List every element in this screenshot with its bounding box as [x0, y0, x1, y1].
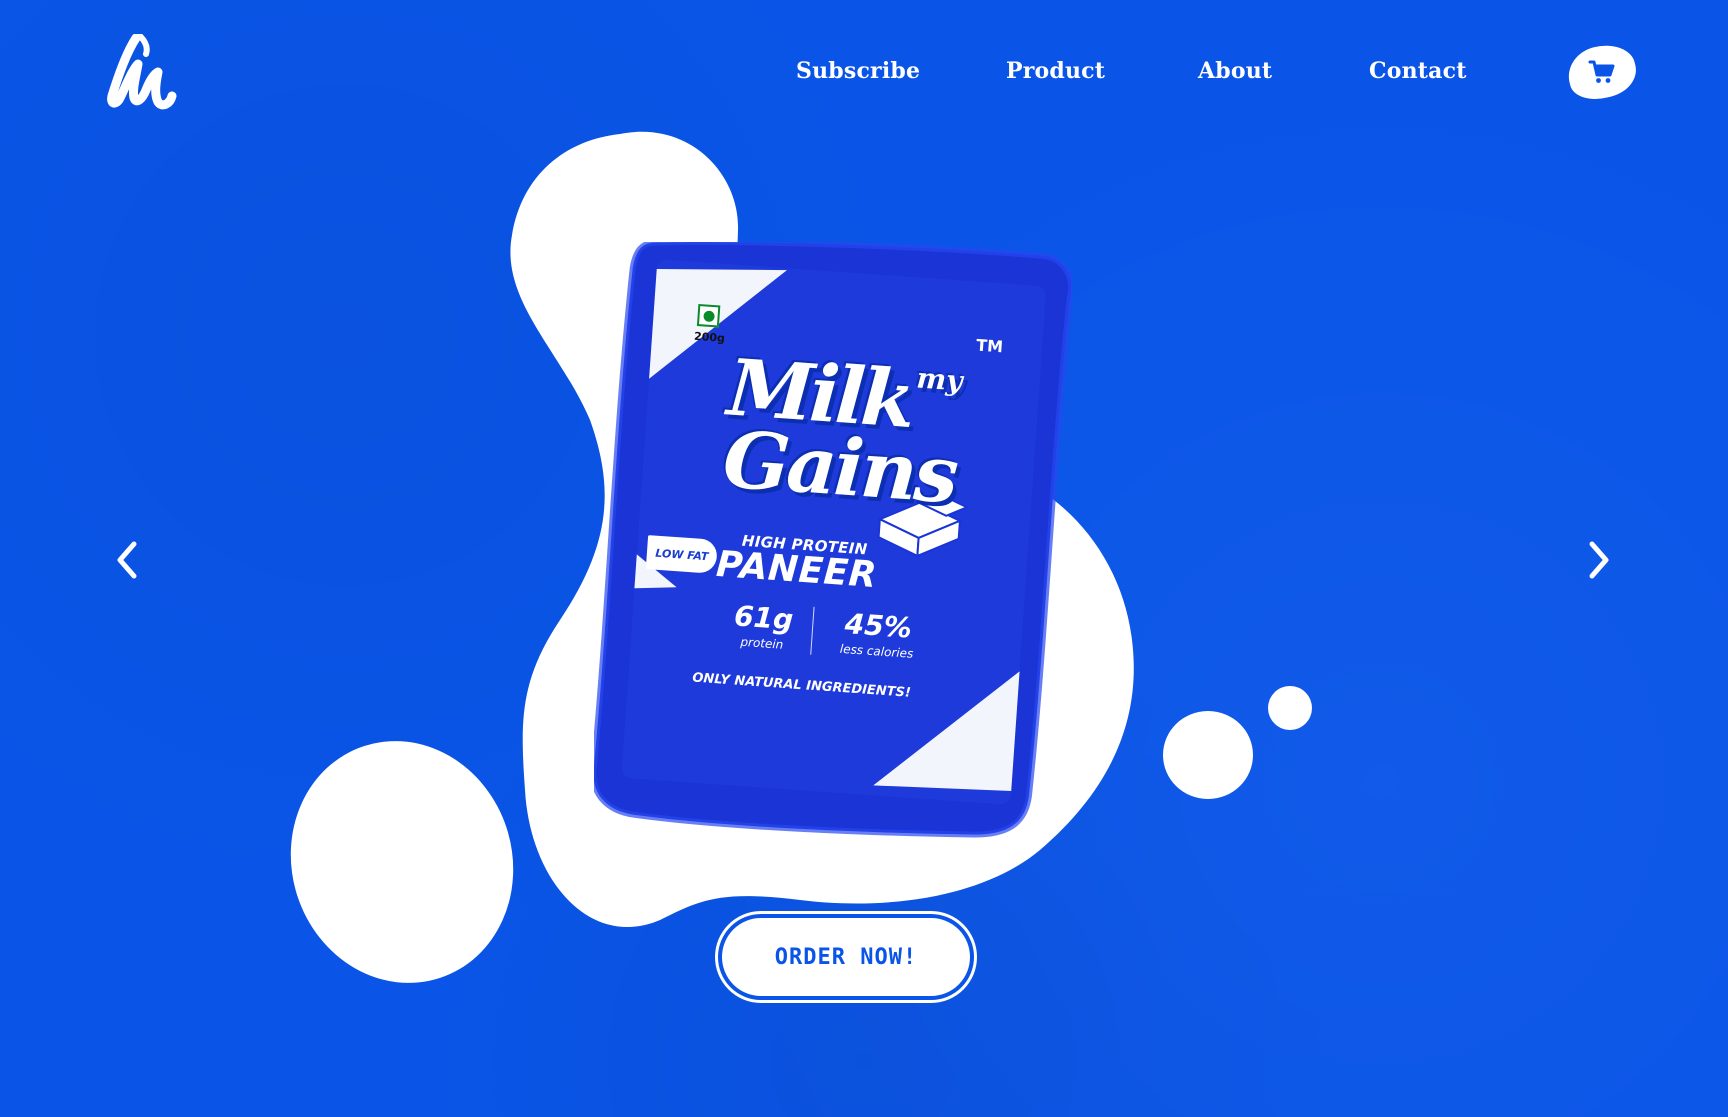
package-brand-logo: Milkmy Gains — [687, 342, 996, 522]
trademark-mark: TM — [975, 335, 1004, 357]
protein-stat: 61g protein — [717, 598, 810, 653]
carousel-next-button[interactable] — [1582, 540, 1616, 580]
protein-value: 61g — [733, 599, 795, 637]
calories-stat: 45% less calories — [816, 605, 939, 662]
package-label: 200g TM Milkmy Gains HIGH PROTEIN LOW FA… — [574, 226, 1093, 862]
milk-bubble-medium — [1163, 711, 1253, 799]
order-now-label: ORDER NOW! — [774, 944, 918, 970]
veg-mark-icon — [696, 304, 721, 328]
nav-about[interactable]: About — [1198, 58, 1272, 84]
brand-line-1-small: my — [915, 361, 964, 398]
package-weight: 200g — [693, 329, 726, 345]
order-now-button[interactable]: ORDER NOW! — [718, 914, 974, 1000]
nav-subscribe[interactable]: Subscribe — [796, 58, 920, 84]
calories-value: 45% — [843, 607, 913, 645]
chevron-left-icon — [117, 541, 137, 579]
low-fat-badge: LOW FAT — [645, 535, 719, 574]
brand-line-2: Gains — [720, 414, 959, 522]
stat-divider — [810, 606, 815, 655]
product-package: 200g TM Milkmy Gains HIGH PROTEIN LOW FA… — [594, 242, 1072, 846]
cart-icon — [1588, 60, 1615, 83]
carousel-prev-button[interactable] — [112, 540, 146, 580]
nav-contact[interactable]: Contact — [1369, 58, 1467, 84]
milk-my-gains-monogram-icon — [107, 33, 177, 110]
nav-product[interactable]: Product — [1006, 58, 1105, 84]
milk-bubble-small — [1268, 686, 1312, 730]
milk-bubble-large — [290, 741, 514, 983]
natural-ingredients-tagline: ONLY NATURAL INGREDIENTS! — [691, 670, 912, 701]
brand-logo[interactable] — [106, 33, 178, 110]
chevron-right-icon — [1589, 541, 1609, 579]
low-fat-label: LOW FAT — [655, 546, 709, 563]
